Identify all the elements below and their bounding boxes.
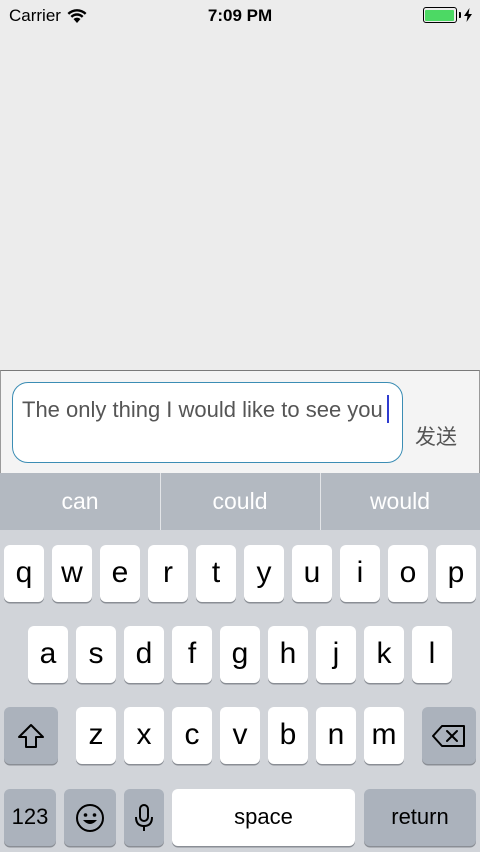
battery-level: [425, 9, 454, 21]
shift-icon: [18, 724, 44, 749]
suggestion-bar: can could would: [0, 473, 480, 530]
key-n[interactable]: n: [316, 707, 356, 764]
battery-indicator: [422, 7, 474, 23]
battery-tip: [458, 12, 461, 18]
key-l[interactable]: l: [412, 626, 452, 683]
status-time: 7:09 PM: [207, 6, 273, 25]
key-u[interactable]: u: [292, 545, 332, 602]
key-o[interactable]: o: [388, 545, 428, 602]
key-e[interactable]: e: [100, 545, 140, 602]
keyboard: can could would q w e r t y u i o p a s …: [0, 473, 480, 852]
key-s[interactable]: s: [76, 626, 116, 683]
message-list[interactable]: [0, 32, 480, 370]
message-input-text: The only thing I would like to see you: [22, 397, 383, 422]
key-j[interactable]: j: [316, 626, 356, 683]
suggestion-item[interactable]: can: [0, 473, 160, 530]
return-key[interactable]: return: [364, 789, 476, 846]
dictation-key[interactable]: [124, 789, 164, 846]
key-h[interactable]: h: [268, 626, 308, 683]
key-q[interactable]: q: [4, 545, 44, 602]
key-w[interactable]: w: [52, 545, 92, 602]
numbers-key[interactable]: 123: [4, 789, 56, 846]
key-b[interactable]: b: [268, 707, 308, 764]
key-p[interactable]: p: [436, 545, 476, 602]
delete-key[interactable]: [422, 707, 476, 764]
microphone-icon: [135, 804, 153, 832]
emoji-icon: [76, 804, 104, 833]
key-a[interactable]: a: [28, 626, 68, 683]
key-c[interactable]: c: [172, 707, 212, 764]
key-m[interactable]: m: [364, 707, 404, 764]
key-i[interactable]: i: [340, 545, 380, 602]
delete-icon: [432, 725, 465, 748]
text-caret: [386, 395, 390, 423]
key-g[interactable]: g: [220, 626, 260, 683]
battery-icon: [422, 7, 457, 23]
key-r[interactable]: r: [148, 545, 188, 602]
key-k[interactable]: k: [364, 626, 404, 683]
emoji-key[interactable]: [64, 789, 116, 846]
key-y[interactable]: y: [244, 545, 284, 602]
key-z[interactable]: z: [76, 707, 116, 764]
suggestion-item[interactable]: would: [320, 473, 480, 530]
key-f[interactable]: f: [172, 626, 212, 683]
key-d[interactable]: d: [124, 626, 164, 683]
shift-key[interactable]: [4, 707, 58, 764]
message-input[interactable]: The only thing I would like to see you: [12, 382, 403, 463]
key-t[interactable]: t: [196, 545, 236, 602]
key-v[interactable]: v: [220, 707, 260, 764]
charging-bolt-icon: [464, 8, 472, 22]
key-x[interactable]: x: [124, 707, 164, 764]
suggestion-item[interactable]: could: [160, 473, 320, 530]
status-bar: Carrier 7:09 PM: [0, 0, 480, 32]
message-input-bar: The only thing I would like to see you 发…: [0, 370, 480, 473]
space-key[interactable]: space: [172, 789, 355, 846]
send-button[interactable]: 发送: [415, 421, 475, 451]
